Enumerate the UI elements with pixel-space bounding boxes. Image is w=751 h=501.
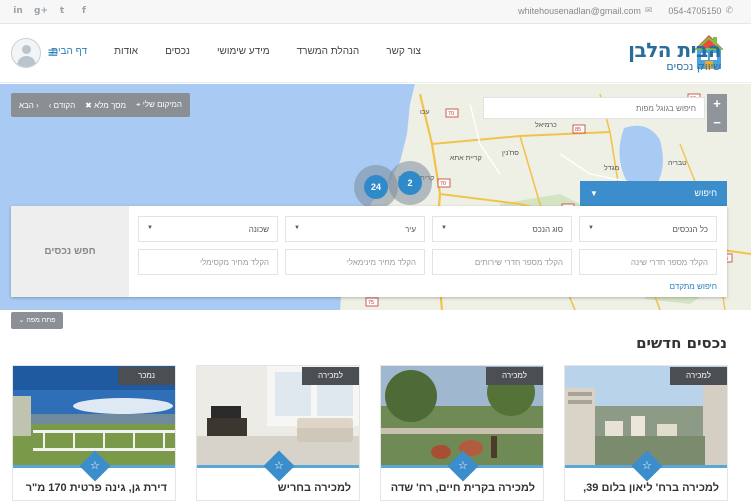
property-title[interactable]: למכירה בחריש (201, 482, 351, 494)
facebook-icon[interactable]: f (78, 5, 90, 17)
property-search-panel: חפש נכסים כל הנכסים סוג הנכס עיר שכונה ה… (11, 206, 727, 297)
cluster-count: 24 (364, 175, 388, 199)
twitter-icon[interactable]: t (56, 5, 68, 17)
phone-text[interactable]: 054-4705150 (668, 6, 721, 16)
zoom-out-button[interactable]: − (707, 113, 727, 132)
status-badge: למכירה (302, 367, 359, 385)
status-badge: נמכר (118, 367, 175, 385)
site-header: ≡ דף הבית אודות נכסים מידע שימושי הנהלת … (0, 24, 751, 83)
contact-info: whitehousenadlan@gmail.com ✉ 054-4705150… (518, 6, 733, 16)
prev-button[interactable]: ‹ הקודם (49, 101, 75, 110)
place-label: טבריה (668, 160, 687, 167)
main-nav: דף הבית אודות נכסים מידע שימושי הנהלת המ… (51, 46, 421, 57)
status-badge: למכירה (486, 367, 543, 385)
section-title: נכסים חדשים (636, 334, 727, 352)
phone-link[interactable]: 054-4705150 ✆ (668, 6, 733, 16)
search-tab[interactable]: חיפוש ▼ (580, 181, 727, 206)
property-card[interactable]: נמכר ☆ דירת גן, גינה פרטית 170 מ"ר (12, 365, 176, 501)
neighborhood-select[interactable]: שכונה (138, 216, 278, 242)
svg-text:70: 70 (440, 181, 446, 187)
nav-about[interactable]: אודות (114, 46, 138, 57)
nav-management[interactable]: הנהלת המשרד (297, 46, 360, 57)
linkedin-icon[interactable]: in (12, 5, 24, 17)
status-badge: למכירה (670, 367, 727, 385)
envelope-icon: ✉ (644, 6, 653, 16)
next-button[interactable]: הבא › (19, 101, 39, 110)
avatar-body (17, 56, 36, 67)
svg-text:70: 70 (448, 111, 454, 117)
zoom-in-button[interactable]: + (707, 94, 727, 113)
fullscreen-button[interactable]: ✖ מסך מלא (85, 101, 126, 110)
nav-contact[interactable]: צור קשר (386, 46, 421, 57)
nav-useful-info[interactable]: מידע שימושי (217, 46, 270, 57)
svg-text:75: 75 (368, 300, 374, 306)
email-text[interactable]: whitehousenadlan@gmail.com (518, 6, 641, 16)
property-card[interactable]: למכירה ☆ למכירה ברח' ליאון בלום 39, (564, 365, 728, 501)
top-bar: in g+ t f whitehousenadlan@gmail.com ✉ 0… (0, 0, 751, 24)
email-link[interactable]: whitehousenadlan@gmail.com ✉ (518, 6, 652, 16)
logo-name: הבית הלבן (628, 38, 721, 62)
avatar-head (22, 45, 31, 54)
property-card[interactable]: למכירה ☆ למכירה בחריש (196, 365, 360, 501)
logo-subtitle: שיווק נכסים (666, 60, 721, 73)
bathrooms-input[interactable]: הקלד מספר חדרי שירותים (432, 249, 572, 275)
property-title[interactable]: דירת גן, גינה פרטית 170 מ"ר (17, 482, 167, 494)
nav-home[interactable]: דף הבית (51, 46, 87, 57)
search-tab-label: חיפוש (694, 188, 717, 198)
phone-icon: ✆ (725, 6, 733, 16)
google-plus-icon[interactable]: g+ (34, 5, 48, 17)
social-links: in g+ t f (12, 5, 90, 17)
place-label: קריית אתא (450, 155, 482, 162)
svg-text:85: 85 (575, 127, 581, 133)
user-avatar[interactable] (11, 38, 41, 68)
all-properties-select[interactable]: כל הנכסים (579, 216, 717, 242)
my-location-button[interactable]: ⌖ המיקום שלי (136, 100, 182, 110)
place-label: עכו (420, 109, 430, 116)
bedrooms-input[interactable]: הקלד מספר חדרי שינה (579, 249, 717, 275)
property-title[interactable]: למכירה בקרית חיים, רח' שדה (385, 482, 535, 494)
city-select[interactable]: עיר (285, 216, 425, 242)
place-label: כרמיאל (535, 121, 557, 129)
min-price-input[interactable]: הקלד מחיר מינימאלי (285, 249, 425, 275)
advanced-search-link[interactable]: חיפוש מתקדם (670, 282, 717, 291)
map-toolbar: הבא › ‹ הקודם ✖ מסך מלא ⌖ המיקום שלי (11, 93, 190, 117)
place-label: מגדל (604, 164, 620, 172)
map-search-input[interactable]: חיפוש בגוגל מפות (483, 97, 705, 119)
nav-properties[interactable]: נכסים (165, 46, 190, 57)
caret-down-icon: ▼ (590, 189, 598, 198)
property-title[interactable]: למכירה ברח' ליאון בלום 39, (569, 482, 719, 494)
property-card[interactable]: למכירה ☆ למכירה בקרית חיים, רח' שדה (380, 365, 544, 501)
max-price-input[interactable]: הקלד מחיר מקסימלי (138, 249, 278, 275)
cluster-count: 2 (398, 171, 422, 195)
search-panel-label: חפש נכסים (11, 206, 129, 297)
place-label: סח'נין (502, 150, 519, 157)
map-cluster-marker[interactable]: 2 (388, 161, 432, 205)
property-type-select[interactable]: סוג הנכס (432, 216, 572, 242)
open-map-button[interactable]: פתח מפה ⌄ (11, 312, 63, 329)
